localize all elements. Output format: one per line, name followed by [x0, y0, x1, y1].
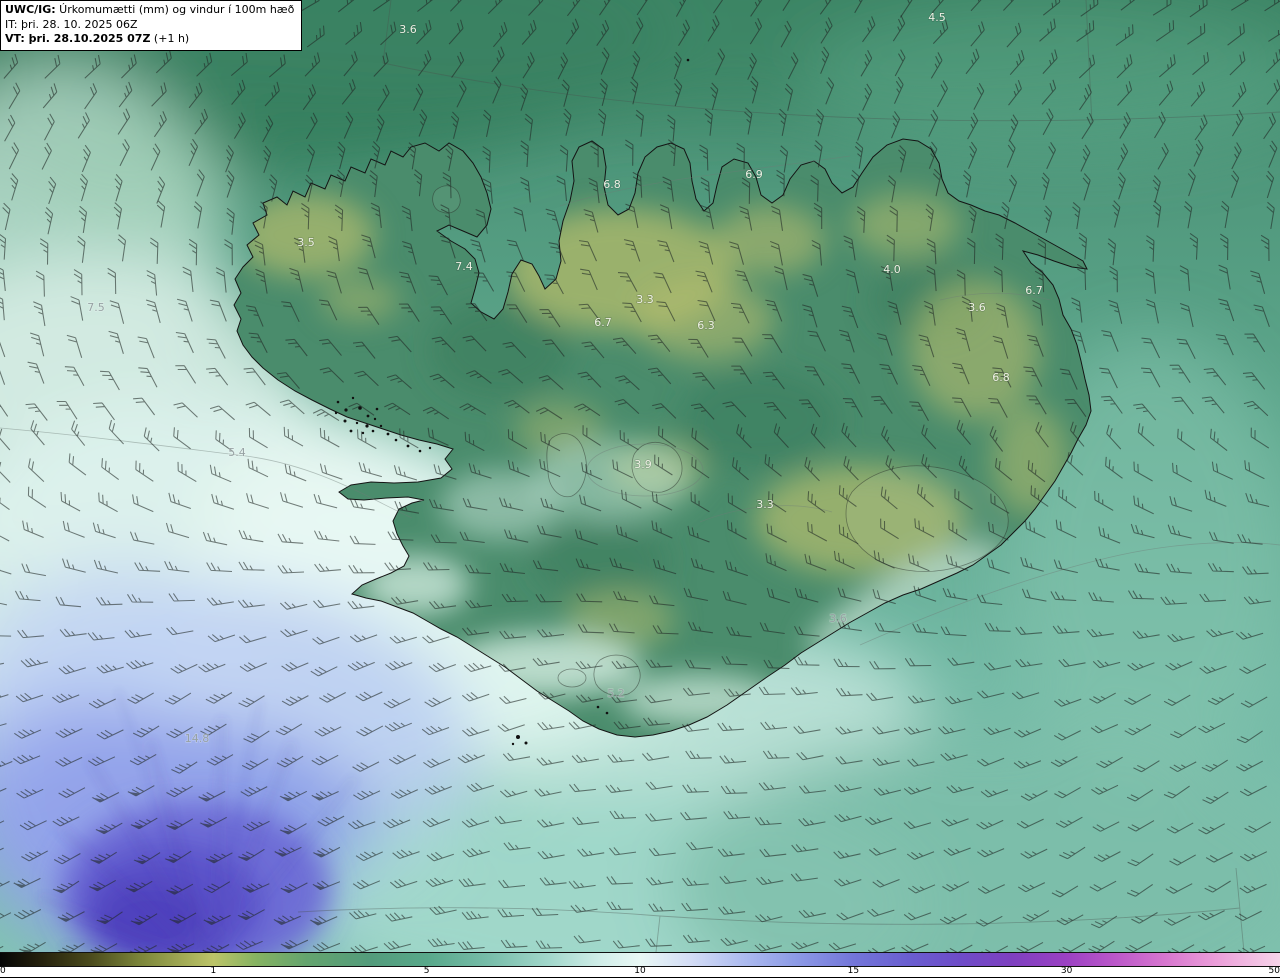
- colorbar-tick-label: 15: [847, 966, 860, 976]
- precip-value-label: 6.8: [992, 371, 1010, 384]
- precip-value-label: 6.8: [603, 178, 621, 191]
- precip-value-label: 4.5: [928, 11, 946, 24]
- colorbar-tick-label: 5: [423, 966, 430, 976]
- forecast-info-box: UWC/IG: Úrkomumætti (mm) og vindur í 100…: [0, 0, 303, 51]
- precip-value-label: 3.3: [636, 293, 654, 306]
- precip-value-label: 6.3: [697, 319, 715, 332]
- init-time: IT: þri. 28. 10. 2025 06Z: [5, 17, 138, 31]
- precip-value-label: 7.5: [87, 301, 105, 314]
- weather-chart: 3.6 4.5 6.8 6.9 3.5 7.4 7.5 3.3 6.7 6.3 4.0 3.6 6.7 6…: [0, 0, 1280, 978]
- colorbar-gradient: [0, 952, 1280, 967]
- precip-value-label: 3.6: [399, 23, 417, 36]
- product-title: UWC/IG: Úrkomumætti (mm) og vindur í 100…: [5, 3, 295, 16]
- precip-value-label: 5.4: [228, 446, 246, 459]
- precip-value-label: 14.8: [185, 732, 210, 745]
- colorbar-tick-label: 50: [1268, 966, 1280, 976]
- colorbar: 0 1 5 10 15 30 50: [0, 952, 1280, 978]
- precip-value-label: 4.0: [883, 263, 901, 276]
- colorbar-tick-label: 0: [0, 966, 6, 976]
- colorbar-tick-label: 10: [634, 966, 646, 976]
- precip-value-label: 3.6: [968, 301, 986, 314]
- precip-value-label: 3.3: [756, 498, 774, 511]
- colorbar-tick-label: 1: [210, 966, 217, 976]
- precip-value-label: 7.4: [455, 260, 473, 273]
- precip-value-label: 3.9: [634, 458, 652, 471]
- weather-map: 3.6 4.5 6.8 6.9 3.5 7.4 7.5 3.3 6.7 6.3 4.0 3.6 6.7 6…: [0, 0, 1280, 952]
- precip-value-label: 5.2: [607, 687, 625, 700]
- precip-value-label: 3.6: [829, 612, 847, 625]
- precip-value-label: 6.9: [745, 168, 763, 181]
- precip-value-label: 6.7: [594, 316, 612, 329]
- colorbar-tick-label: 30: [1060, 966, 1073, 976]
- valid-time: VT: þri. 28.10.2025 07Z (+1 h): [5, 32, 190, 46]
- colorbar-scale-labels: 0 1 5 10 15 30 50: [0, 966, 1280, 978]
- precip-value-label: 6.7: [1025, 284, 1043, 297]
- precip-value-label: 3.5: [297, 236, 315, 249]
